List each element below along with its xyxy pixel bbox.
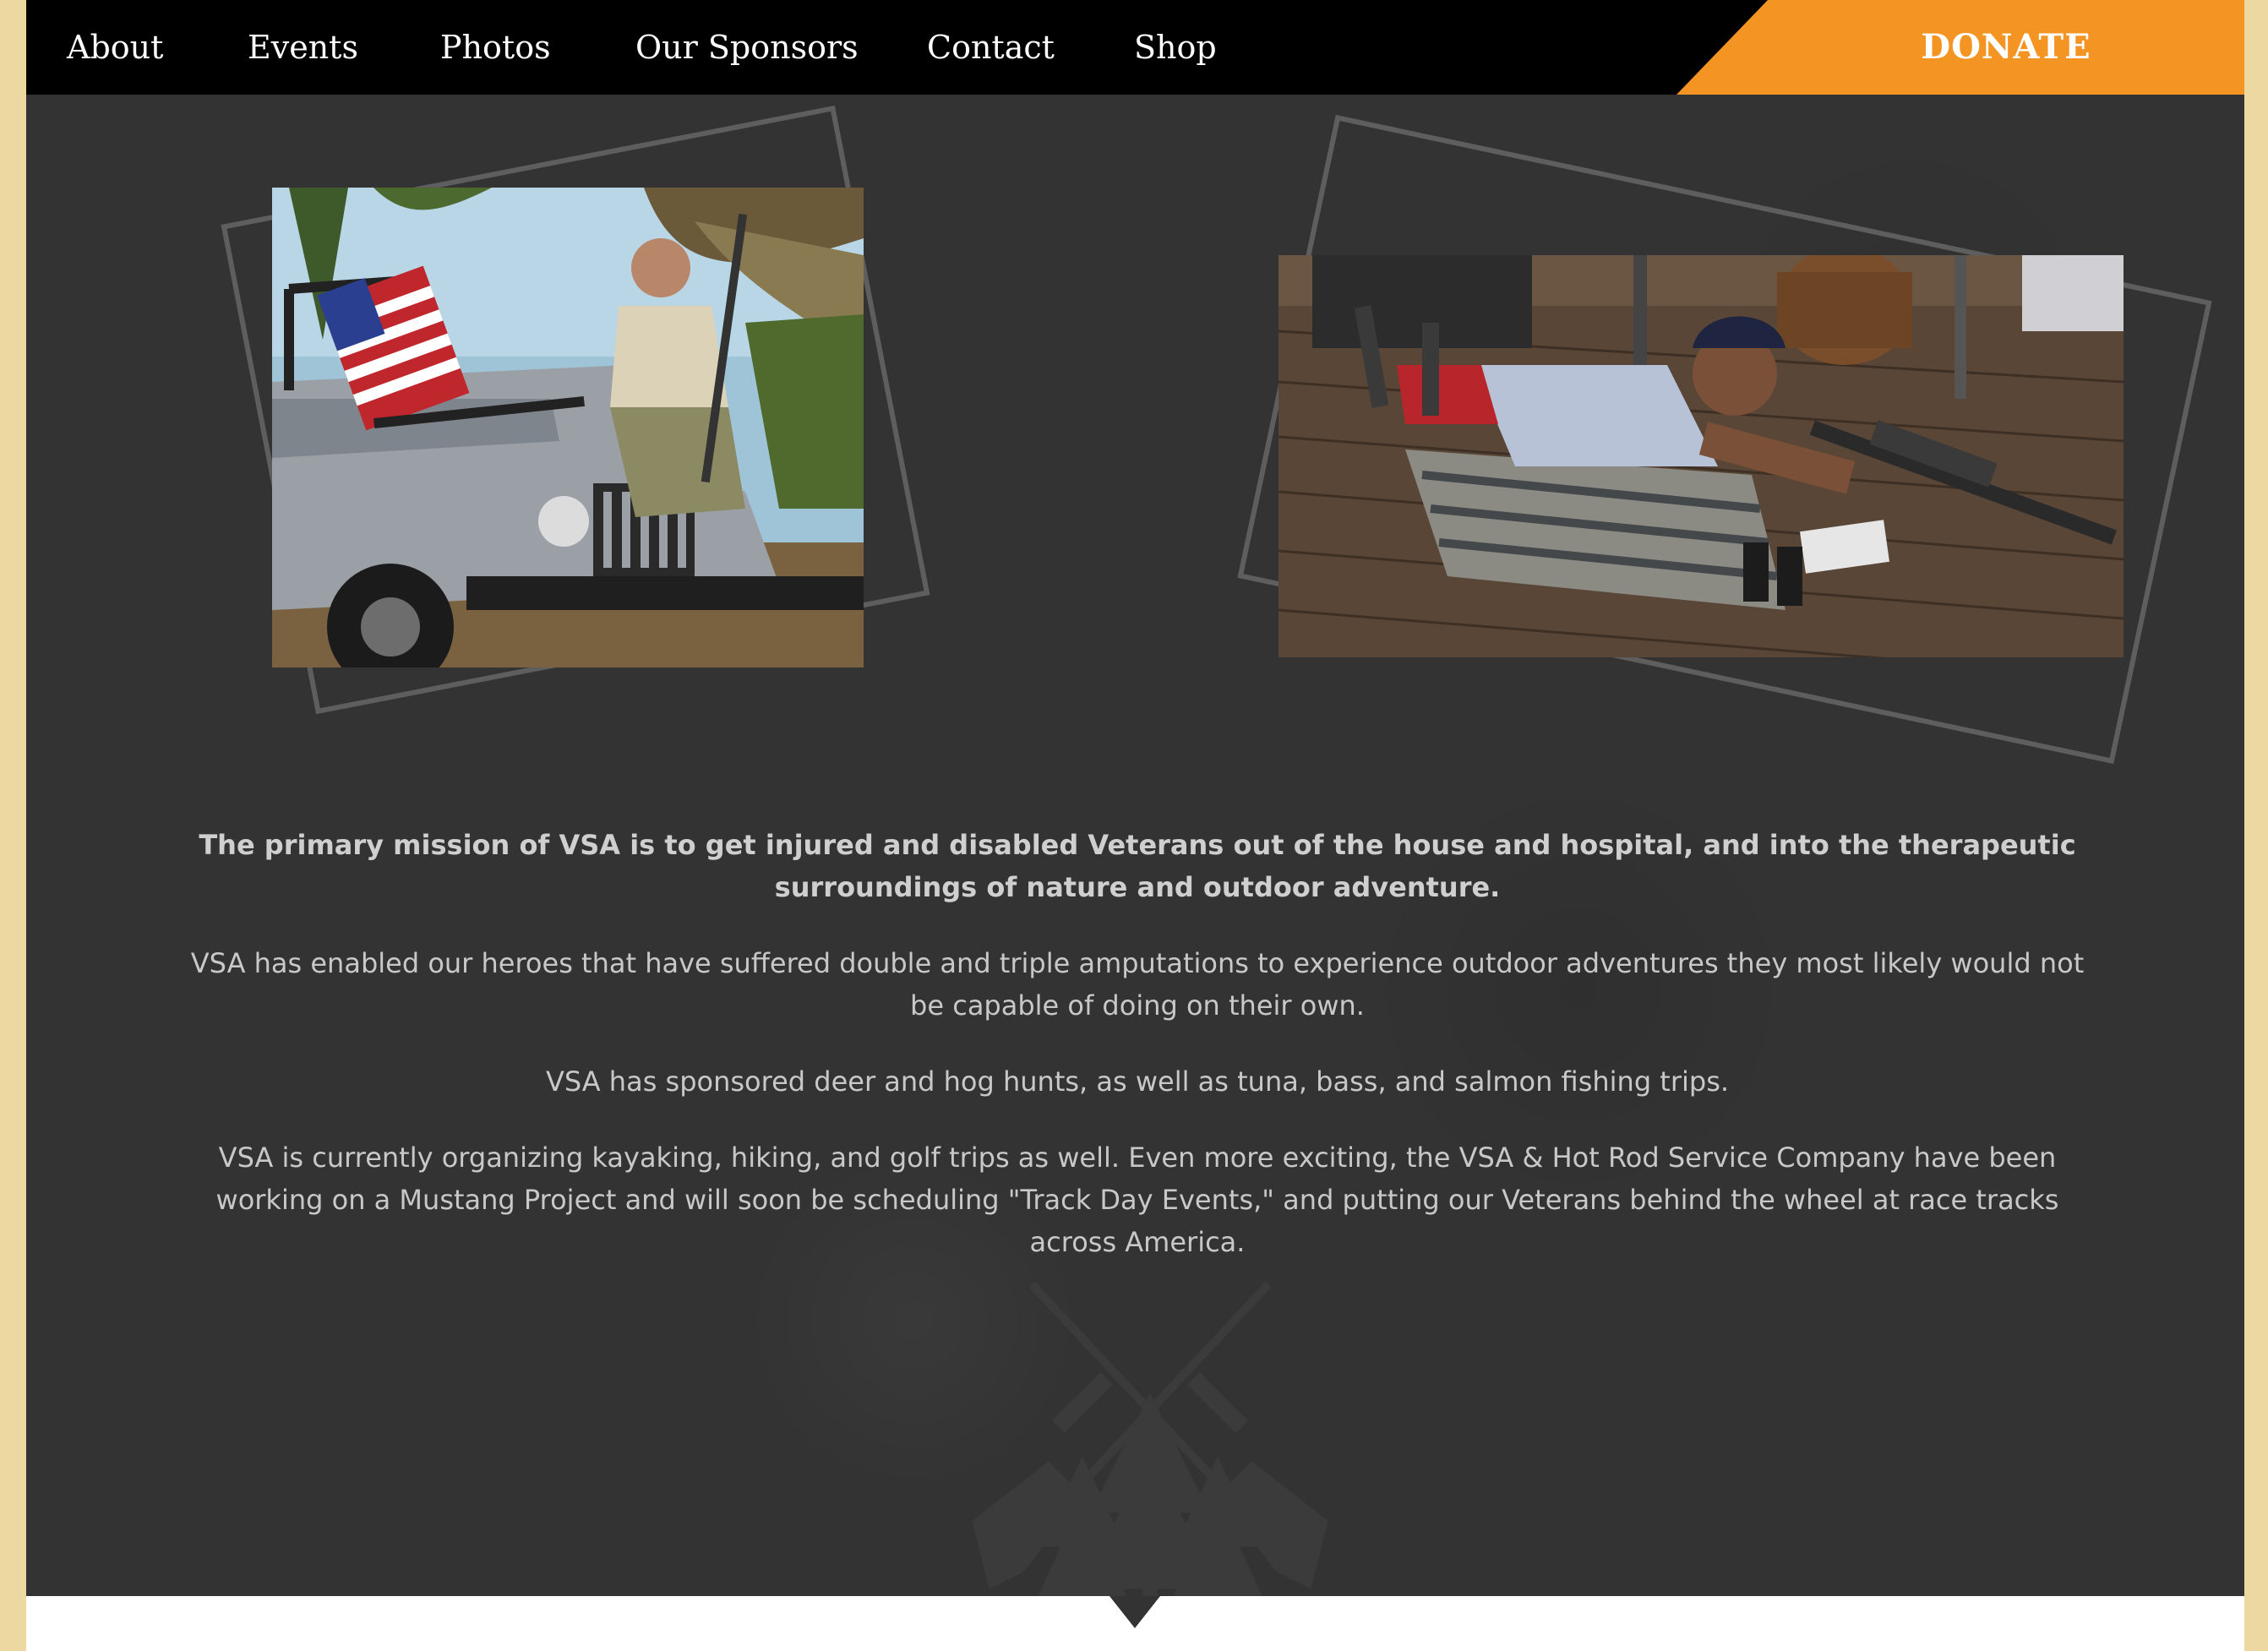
photo-veteran-jeep xyxy=(272,188,864,667)
nav-events[interactable]: Events xyxy=(248,0,358,95)
content-paragraph: VSA has sponsored deer and hog hunts, as… xyxy=(545,1065,1730,1098)
donate-label: DONATE xyxy=(1921,27,2091,67)
photo-veteran-prone-rifle-image xyxy=(1278,255,2124,657)
section-notch xyxy=(1109,1596,1160,1628)
donate-button[interactable]: DONATE xyxy=(1676,0,2244,95)
content-paragraph: VSA is currently organizing kayaking, hi… xyxy=(215,1142,2059,1258)
page: About Events Photos Our Sponsors Contact… xyxy=(26,0,2244,1651)
nav-contact[interactable]: Contact xyxy=(927,0,1055,95)
nav-our-sponsors[interactable]: Our Sponsors xyxy=(635,0,859,95)
nav-shop[interactable]: Shop xyxy=(1134,0,1217,95)
mission-statement: The primary mission of VSA is to get inj… xyxy=(199,829,2076,903)
photo-veteran-prone-rifle xyxy=(1278,255,2124,657)
nav-about[interactable]: About xyxy=(67,0,163,95)
crossed-rifles-trees-icon xyxy=(922,1267,1378,1606)
top-nav: About Events Photos Our Sponsors Contact… xyxy=(26,0,2244,95)
photo-veteran-jeep-image xyxy=(272,188,864,667)
emblem-graphic xyxy=(972,1281,1328,1606)
content-paragraph: VSA has enabled our heroes that have suf… xyxy=(190,947,2085,1022)
nav-photos[interactable]: Photos xyxy=(440,0,551,95)
mission-content: The primary mission of VSA is to get inj… xyxy=(170,824,2105,1297)
